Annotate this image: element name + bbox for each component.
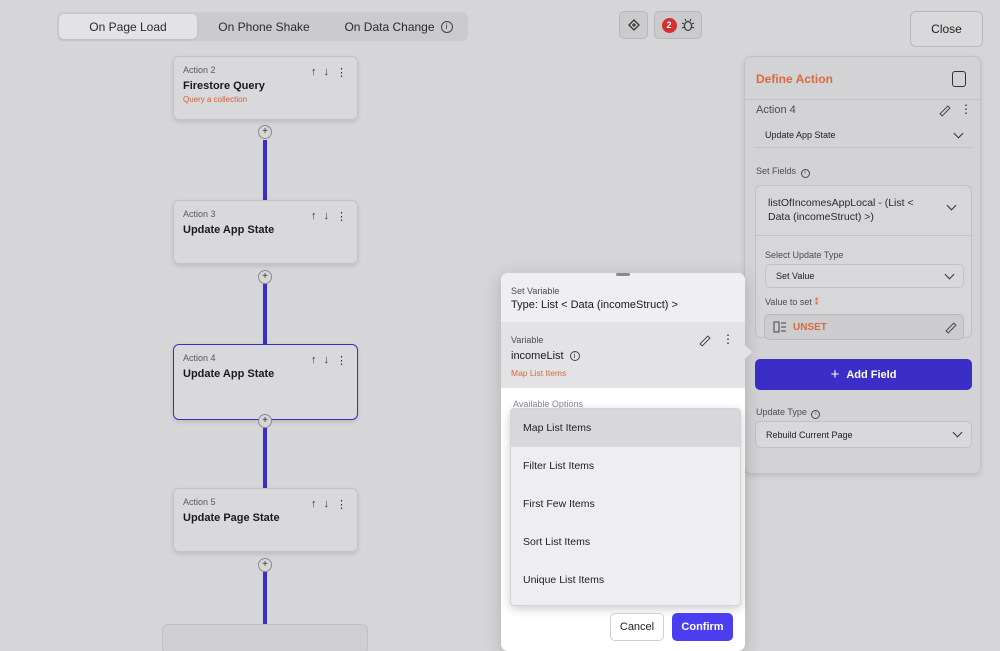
arrow-down-icon[interactable]: ↓ — [324, 354, 330, 367]
card-controls: ↑ ↓ ⋮ — [311, 354, 347, 367]
notes-icon[interactable] — [952, 71, 966, 87]
confirm-button[interactable]: Confirm — [672, 613, 733, 641]
variable-subtitle: Map List Items — [511, 368, 567, 378]
update-type-select[interactable]: Set Value — [765, 264, 964, 288]
info-icon[interactable]: i — [440, 20, 453, 33]
arrow-up-icon[interactable]: ↑ — [311, 354, 317, 367]
action-title: Update App State — [183, 224, 275, 236]
more-icon[interactable]: ⋮ — [336, 210, 347, 223]
update-type-label: Update Type i — [756, 407, 821, 419]
trigger-tabs: On Page Load On Phone Shake On Data Chan… — [57, 12, 468, 41]
card-controls: ↑ ↓ ⋮ — [311, 498, 347, 511]
arrow-down-icon[interactable]: ↓ — [324, 210, 330, 223]
panel-title: Define Action — [756, 72, 833, 86]
flow-connector — [263, 428, 267, 490]
option-map-list-items[interactable]: Map List Items — [511, 409, 740, 447]
edit-icon[interactable] — [943, 321, 955, 333]
variable-label: Variable — [511, 335, 544, 345]
value-input[interactable]: UNSET — [764, 314, 964, 340]
add-action-button[interactable]: + — [258, 270, 272, 284]
option-unique-list-items[interactable]: Unique List Items — [511, 561, 740, 599]
card-controls: ↑ ↓ ⋮ — [311, 210, 347, 223]
more-icon[interactable]: ⋮ — [336, 498, 347, 511]
chevron-down-icon — [953, 128, 964, 138]
tab-on-phone-shake[interactable]: On Phone Shake — [197, 14, 331, 39]
add-action-button[interactable]: + — [258, 414, 272, 428]
flow-connector — [263, 284, 267, 346]
action-type-select[interactable]: Update App State — [755, 123, 972, 148]
edit-icon[interactable] — [697, 334, 709, 346]
action-subtitle: Query a collection — [183, 95, 248, 104]
chevron-down-icon[interactable] — [946, 200, 957, 211]
debug-button[interactable]: 2 — [654, 11, 702, 39]
arrow-up-icon[interactable]: ↑ — [311, 66, 317, 79]
action-card-2[interactable]: Action 2 Firestore Query Query a collect… — [173, 56, 358, 120]
arrow-up-icon[interactable]: ↑ — [311, 498, 317, 511]
info-icon[interactable]: i — [569, 351, 580, 361]
cancel-button[interactable]: Cancel — [610, 613, 664, 641]
action-title: Update App State — [183, 368, 275, 380]
action-card-5[interactable]: Action 5 Update Page State ↑ ↓ ⋮ — [173, 488, 358, 552]
more-icon[interactable]: ⋮ — [336, 66, 347, 79]
add-action-button[interactable]: + — [258, 125, 272, 139]
action-card-4[interactable]: Action 4 Update App State ↑ ↓ ⋮ — [173, 344, 358, 420]
variable-icon[interactable]: ⁑ — [814, 297, 819, 307]
info-icon[interactable]: i — [800, 168, 810, 178]
popup-pointer — [743, 343, 752, 361]
set-fields-label: Set Fields i — [756, 166, 810, 178]
variable-name: incomeList i — [511, 350, 580, 362]
define-action-panel: Define Action Action 4 ⋮ Update App Stat… — [744, 56, 981, 474]
bug-icon — [681, 18, 694, 32]
arrow-down-icon[interactable]: ↓ — [324, 498, 330, 511]
list-icon — [773, 321, 786, 333]
set-variable-label: Set Variable — [511, 286, 560, 296]
chevron-down-icon — [952, 427, 963, 438]
divider — [756, 235, 971, 236]
tab-on-data-change[interactable]: On Data Change i — [331, 14, 466, 39]
chevron-down-icon — [944, 269, 955, 279]
action-card-3[interactable]: Action 3 Update App State ↑ ↓ ⋮ — [173, 200, 358, 264]
more-icon[interactable]: ⋮ — [960, 102, 972, 116]
option-sort-list-items[interactable]: Sort List Items — [511, 523, 740, 561]
more-icon[interactable]: ⋮ — [722, 332, 734, 346]
value-to-set-label: Value to set ⁑ — [765, 297, 819, 307]
drag-handle[interactable] — [616, 273, 630, 276]
plus-icon: + — [830, 366, 840, 383]
add-action-button[interactable]: + — [258, 558, 272, 572]
more-icon[interactable]: ⋮ — [336, 354, 347, 367]
action-title: Firestore Query — [183, 80, 265, 92]
edit-icon[interactable] — [937, 104, 949, 116]
action-label: Action 4 — [756, 104, 796, 116]
rebuild-select[interactable]: Rebuild Current Page — [755, 421, 972, 448]
add-field-button[interactable]: + Add Field — [755, 359, 972, 390]
field-name[interactable]: listOfIncomesAppLocal - (List < Data (in… — [768, 196, 938, 224]
close-button[interactable]: Close — [910, 11, 983, 47]
popup-header: Set Variable Type: List < Data (incomeSt… — [501, 273, 745, 323]
tab-on-page-load[interactable]: On Page Load — [59, 14, 197, 39]
arrow-up-icon[interactable]: ↑ — [311, 210, 317, 223]
type-label: Type: List < Data (incomeStruct) > — [511, 299, 678, 311]
option-filter-list-items[interactable]: Filter List Items — [511, 447, 740, 485]
divider — [745, 99, 980, 100]
options-dropdown: Map List Items Filter List Items First F… — [510, 408, 741, 606]
select-update-type-label: Select Update Type — [765, 250, 844, 260]
tree-icon — [627, 19, 640, 31]
loop-action-card[interactable] — [162, 624, 368, 651]
variable-row: Variable incomeList i Map List Items ⋮ — [501, 323, 745, 388]
error-count-badge: 2 — [661, 17, 677, 33]
flow-connector — [263, 572, 267, 632]
card-controls: ↑ ↓ ⋮ — [311, 66, 347, 79]
arrow-down-icon[interactable]: ↓ — [324, 66, 330, 79]
info-icon[interactable]: i — [811, 409, 821, 419]
action-title: Update Page State — [183, 512, 280, 524]
flow-connector — [263, 140, 267, 202]
option-first-few-items[interactable]: First Few Items — [511, 485, 740, 523]
widget-tree-button[interactable] — [619, 11, 648, 39]
